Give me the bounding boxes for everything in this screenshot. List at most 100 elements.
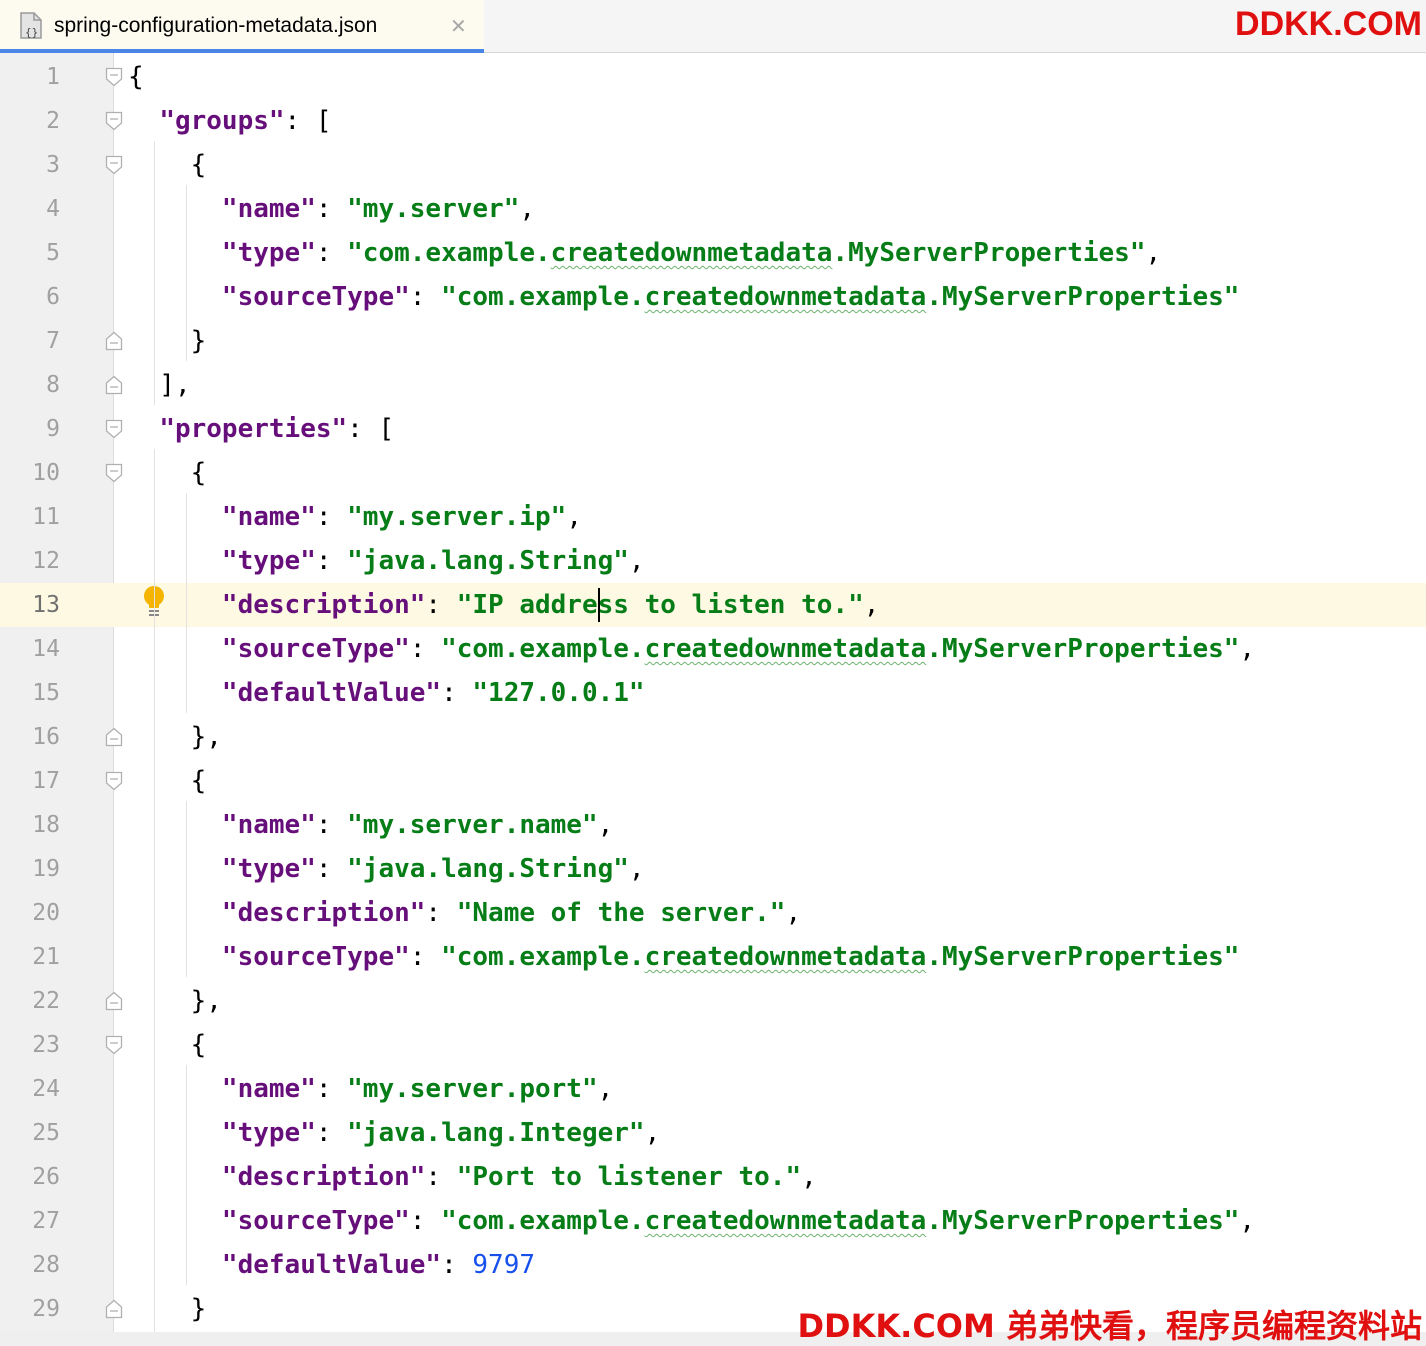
line-number: 6	[46, 284, 60, 310]
json-string: createdownmetadata	[644, 942, 927, 972]
code-text[interactable]: "type": "java.lang.Integer",	[128, 1111, 660, 1155]
json-punctuation	[128, 502, 222, 532]
json-punctuation: :	[315, 238, 348, 268]
code-text[interactable]: {	[128, 1023, 207, 1067]
code-text[interactable]: "defaultValue": 9797	[128, 1243, 535, 1287]
code-line[interactable]: 8 ],	[0, 363, 1426, 407]
code-text[interactable]: "defaultValue": "127.0.0.1"	[128, 671, 645, 715]
code-line[interactable]: 27 "sourceType": "com.example.createdown…	[0, 1199, 1426, 1243]
line-number: 14	[32, 636, 60, 662]
json-key: "description"	[221, 1162, 426, 1192]
code-line[interactable]: 2 "groups": [	[0, 99, 1426, 143]
close-icon[interactable]: ✕	[450, 12, 467, 40]
json-string: "com.example.	[441, 634, 645, 664]
json-string: "my.server"	[347, 194, 520, 224]
json-punctuation	[128, 1118, 222, 1148]
code-line[interactable]: 9 "properties": [	[0, 407, 1426, 451]
code-line[interactable]: 25 "type": "java.lang.Integer",	[0, 1111, 1426, 1155]
json-string: createdownmetadata	[644, 282, 927, 312]
fold-start-icon[interactable]	[105, 771, 123, 791]
code-line[interactable]: 21 "sourceType": "com.example.createdown…	[0, 935, 1426, 979]
code-text[interactable]: ],	[128, 363, 190, 407]
json-punctuation	[128, 1162, 222, 1192]
code-line[interactable]: 14 "sourceType": "com.example.createdown…	[0, 627, 1426, 671]
line-number: 21	[32, 944, 60, 970]
code-line[interactable]: 15 "defaultValue": "127.0.0.1"	[0, 671, 1426, 715]
indent-guide	[154, 449, 155, 1332]
code-text[interactable]: "name": "my.server",	[128, 187, 535, 231]
fold-start-icon[interactable]	[105, 67, 123, 87]
code-line[interactable]: 23 {	[0, 1023, 1426, 1067]
code-text[interactable]: },	[128, 715, 222, 759]
fold-end-icon[interactable]	[105, 375, 123, 395]
json-string: "java.lang.String"	[347, 546, 629, 576]
code-line[interactable]: 24 "name": "my.server.port",	[0, 1067, 1426, 1111]
code-line[interactable]: 22 },	[0, 979, 1426, 1023]
fold-end-icon[interactable]	[105, 727, 123, 747]
line-number: 16	[32, 724, 60, 750]
fold-start-icon[interactable]	[105, 155, 123, 175]
code-text[interactable]: "name": "my.server.name",	[128, 803, 613, 847]
code-text[interactable]: "sourceType": "com.example.createdownmet…	[128, 1199, 1255, 1243]
code-line[interactable]: 5 "type": "com.example.createdownmetadat…	[0, 231, 1426, 275]
code-editor[interactable]: 1{2 "groups": [3 {4 "name": "my.server",…	[0, 53, 1426, 1332]
fold-start-icon[interactable]	[105, 111, 123, 131]
code-line[interactable]: 19 "type": "java.lang.String",	[0, 847, 1426, 891]
editor-tab-active[interactable]: {} spring-configuration-metadata.json ✕	[0, 0, 484, 53]
code-line[interactable]: 6 "sourceType": "com.example.createdownm…	[0, 275, 1426, 319]
json-key: "type"	[221, 238, 316, 268]
json-punctuation: :	[425, 1162, 457, 1192]
code-line[interactable]: 10 {	[0, 451, 1426, 495]
code-line[interactable]: 13 "description": "IP address to listen …	[0, 583, 1426, 627]
code-text[interactable]: {	[128, 55, 144, 99]
code-line[interactable]: 3 {	[0, 143, 1426, 187]
code-text[interactable]: "description": "IP address to listen to.…	[128, 583, 879, 627]
code-text[interactable]: "sourceType": "com.example.createdownmet…	[128, 935, 1240, 979]
json-punctuation: ,	[566, 502, 582, 532]
json-string: "java.lang.Integer"	[347, 1118, 645, 1148]
fold-end-icon[interactable]	[105, 991, 123, 1011]
code-line[interactable]: 16 },	[0, 715, 1426, 759]
json-punctuation	[128, 634, 222, 664]
indent-guide	[186, 1065, 187, 1285]
code-line[interactable]: 17 {	[0, 759, 1426, 803]
code-line[interactable]: 26 "description": "Port to listener to."…	[0, 1155, 1426, 1199]
code-text[interactable]: },	[128, 979, 222, 1023]
code-text[interactable]: "type": "java.lang.String",	[128, 539, 645, 583]
code-text[interactable]: }	[128, 319, 207, 363]
code-line[interactable]: 28 "defaultValue": 9797	[0, 1243, 1426, 1287]
json-key: "properties"	[159, 414, 348, 444]
fold-start-icon[interactable]	[105, 419, 123, 439]
fold-end-icon[interactable]	[105, 1299, 123, 1319]
code-text[interactable]: "sourceType": "com.example.createdownmet…	[128, 627, 1255, 671]
code-text[interactable]: {	[128, 451, 207, 495]
code-text[interactable]: "type": "java.lang.String",	[128, 847, 645, 891]
code-text[interactable]: "name": "my.server.ip",	[128, 495, 582, 539]
code-line[interactable]: 4 "name": "my.server",	[0, 187, 1426, 231]
code-text[interactable]: "type": "com.example.createdownmetadata.…	[128, 231, 1161, 275]
code-line[interactable]: 18 "name": "my.server.name",	[0, 803, 1426, 847]
code-text[interactable]: "description": "Port to listener to.",	[128, 1155, 817, 1199]
fold-end-icon[interactable]	[105, 331, 123, 351]
json-punctuation: ,	[1239, 1206, 1256, 1236]
fold-start-icon[interactable]	[105, 463, 123, 483]
code-line[interactable]: 11 "name": "my.server.ip",	[0, 495, 1426, 539]
json-punctuation	[128, 1250, 222, 1280]
code-line[interactable]: 7 }	[0, 319, 1426, 363]
code-text[interactable]: "name": "my.server.port",	[128, 1067, 613, 1111]
code-text[interactable]: {	[128, 143, 207, 187]
line-number: 24	[32, 1076, 60, 1102]
code-text[interactable]: }	[128, 1287, 207, 1331]
code-text[interactable]: "sourceType": "com.example.createdownmet…	[128, 275, 1240, 319]
code-line[interactable]: 1{	[0, 55, 1426, 99]
code-text[interactable]: "properties": [	[128, 407, 394, 451]
code-text[interactable]: "description": "Name of the server.",	[128, 891, 801, 935]
json-punctuation: {	[128, 458, 207, 488]
code-line[interactable]: 20 "description": "Name of the server.",	[0, 891, 1426, 935]
json-key: "type"	[221, 1118, 316, 1148]
code-text[interactable]: "groups": [	[128, 99, 331, 143]
line-number: 15	[32, 680, 60, 706]
fold-start-icon[interactable]	[105, 1035, 123, 1055]
code-text[interactable]: {	[128, 759, 207, 803]
code-line[interactable]: 12 "type": "java.lang.String",	[0, 539, 1426, 583]
